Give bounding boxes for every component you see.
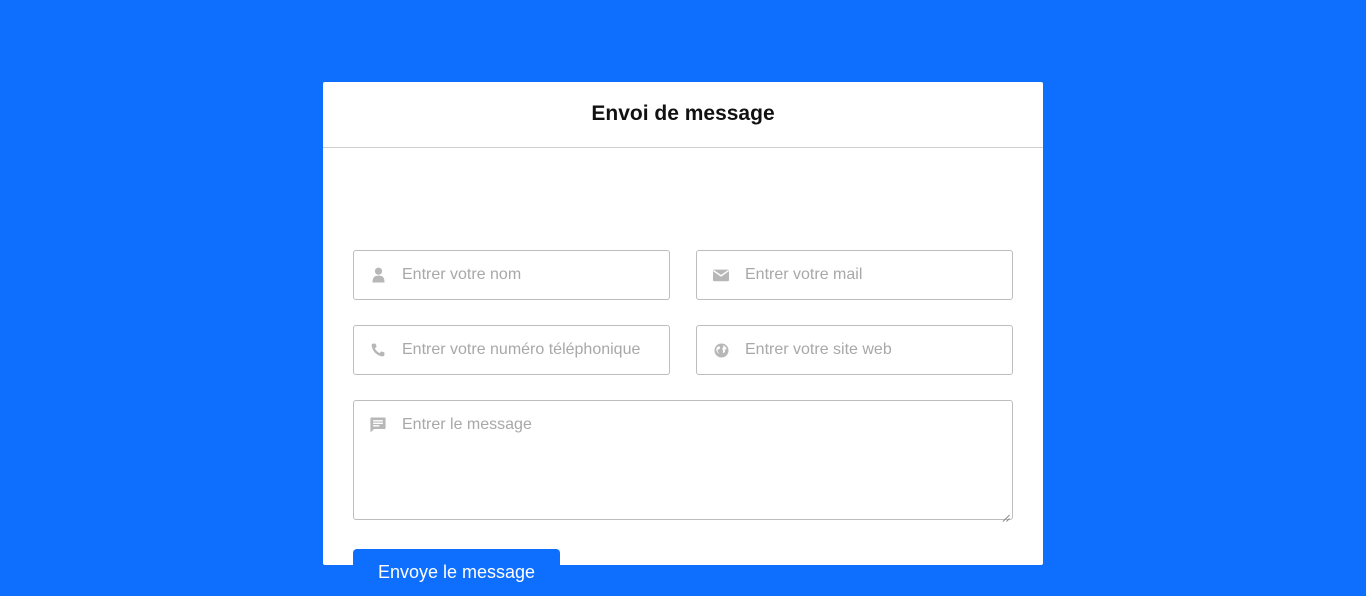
send-message-button[interactable]: Envoye le message xyxy=(353,549,560,596)
envelope-icon xyxy=(713,267,729,283)
message-icon xyxy=(370,417,386,433)
resize-handle-icon[interactable] xyxy=(1002,509,1010,522)
name-field[interactable] xyxy=(353,250,670,300)
mail-field[interactable] xyxy=(696,250,1013,300)
card-header: Envoi de message xyxy=(323,82,1043,148)
website-field[interactable] xyxy=(696,325,1013,375)
phone-icon xyxy=(370,342,386,358)
phone-input[interactable] xyxy=(402,326,661,374)
user-icon xyxy=(370,267,386,283)
message-input[interactable] xyxy=(402,415,1004,505)
name-input[interactable] xyxy=(402,251,661,299)
globe-icon xyxy=(713,342,729,358)
phone-field[interactable] xyxy=(353,325,670,375)
contact-form-card: Envoi de message Entrer votre nom Entrer… xyxy=(323,82,1043,596)
form-title: Envoi de message xyxy=(591,101,775,125)
website-input[interactable] xyxy=(745,326,1004,374)
message-field[interactable] xyxy=(353,400,1013,522)
mail-input[interactable] xyxy=(745,251,1004,299)
